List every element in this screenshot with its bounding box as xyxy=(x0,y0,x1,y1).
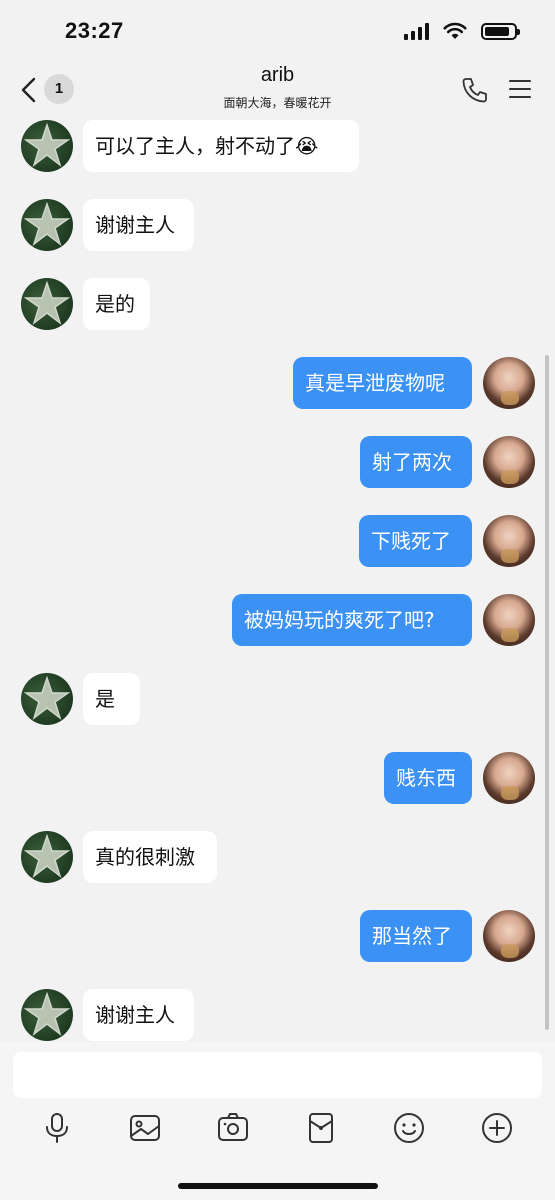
my-avatar[interactable] xyxy=(483,436,535,488)
red-packet-icon[interactable] xyxy=(304,1111,338,1145)
contact-avatar[interactable] xyxy=(21,199,73,251)
incoming-message-bubble[interactable]: 谢谢主人 xyxy=(83,989,194,1041)
message-row: 可以了主人，射不动了😭 xyxy=(0,120,555,176)
my-avatar[interactable] xyxy=(483,515,535,567)
menu-icon[interactable] xyxy=(508,78,532,100)
my-avatar[interactable] xyxy=(483,594,535,646)
my-avatar[interactable] xyxy=(483,357,535,409)
microphone-icon[interactable] xyxy=(40,1111,74,1145)
emoji-icon[interactable] xyxy=(392,1111,426,1145)
phone-call-icon[interactable] xyxy=(460,76,490,104)
outgoing-message-bubble[interactable]: 被妈妈玩的爽死了吧? xyxy=(232,594,472,646)
message-row: 谢谢主人 xyxy=(0,989,555,1042)
contact-avatar[interactable] xyxy=(21,831,73,883)
wifi-icon xyxy=(443,22,467,39)
message-input[interactable] xyxy=(13,1052,542,1098)
incoming-message-bubble[interactable]: 是 xyxy=(83,673,140,725)
contact-avatar[interactable] xyxy=(21,278,73,330)
incoming-message-bubble[interactable]: 可以了主人，射不动了😭 xyxy=(83,120,359,172)
cellular-signal-icon xyxy=(404,22,429,40)
plus-icon[interactable] xyxy=(480,1111,514,1145)
scrollbar[interactable] xyxy=(545,355,549,1030)
message-row: 是 xyxy=(0,673,555,729)
contact-avatar[interactable] xyxy=(21,120,73,172)
chat-header: 1 arib 面朝大海，春暖花开 xyxy=(0,62,555,118)
outgoing-message-bubble[interactable]: 那当然了 xyxy=(360,910,472,962)
incoming-message-bubble[interactable]: 是的 xyxy=(83,278,150,330)
composer xyxy=(0,1042,555,1200)
message-row: 谢谢主人 xyxy=(0,199,555,255)
incoming-message-bubble[interactable]: 谢谢主人 xyxy=(83,199,194,251)
message-row: 真是早泄废物呢 xyxy=(0,357,555,413)
home-indicator[interactable] xyxy=(178,1183,378,1189)
message-row: 那当然了 xyxy=(0,910,555,966)
outgoing-message-bubble[interactable]: 真是早泄废物呢 xyxy=(293,357,472,409)
status-bar: 23:27 xyxy=(0,0,555,62)
outgoing-message-bubble[interactable]: 下贱死了 xyxy=(359,515,472,567)
my-avatar[interactable] xyxy=(483,910,535,962)
image-icon[interactable] xyxy=(128,1111,162,1145)
my-avatar[interactable] xyxy=(483,752,535,804)
message-row: 贱东西 xyxy=(0,752,555,808)
camera-icon[interactable] xyxy=(216,1111,250,1145)
message-row: 真的很刺激 xyxy=(0,831,555,887)
outgoing-message-bubble[interactable]: 贱东西 xyxy=(384,752,472,804)
contact-avatar[interactable] xyxy=(21,673,73,725)
message-row: 被妈妈玩的爽死了吧? xyxy=(0,594,555,650)
message-row: 下贱死了 xyxy=(0,515,555,571)
outgoing-message-bubble[interactable]: 射了两次 xyxy=(360,436,472,488)
battery-icon xyxy=(481,22,520,40)
message-list[interactable]: 可以了主人，射不动了😭 谢谢主人 是的 真是早泄废物呢 射了两次 下贱死了 被妈妈玩的爽死了… xyxy=(0,118,555,1042)
contact-avatar[interactable] xyxy=(21,989,73,1041)
incoming-message-bubble[interactable]: 真的很刺激 xyxy=(83,831,217,883)
message-row: 是的 xyxy=(0,278,555,334)
message-row: 射了两次 xyxy=(0,436,555,492)
status-time: 23:27 xyxy=(65,18,124,43)
